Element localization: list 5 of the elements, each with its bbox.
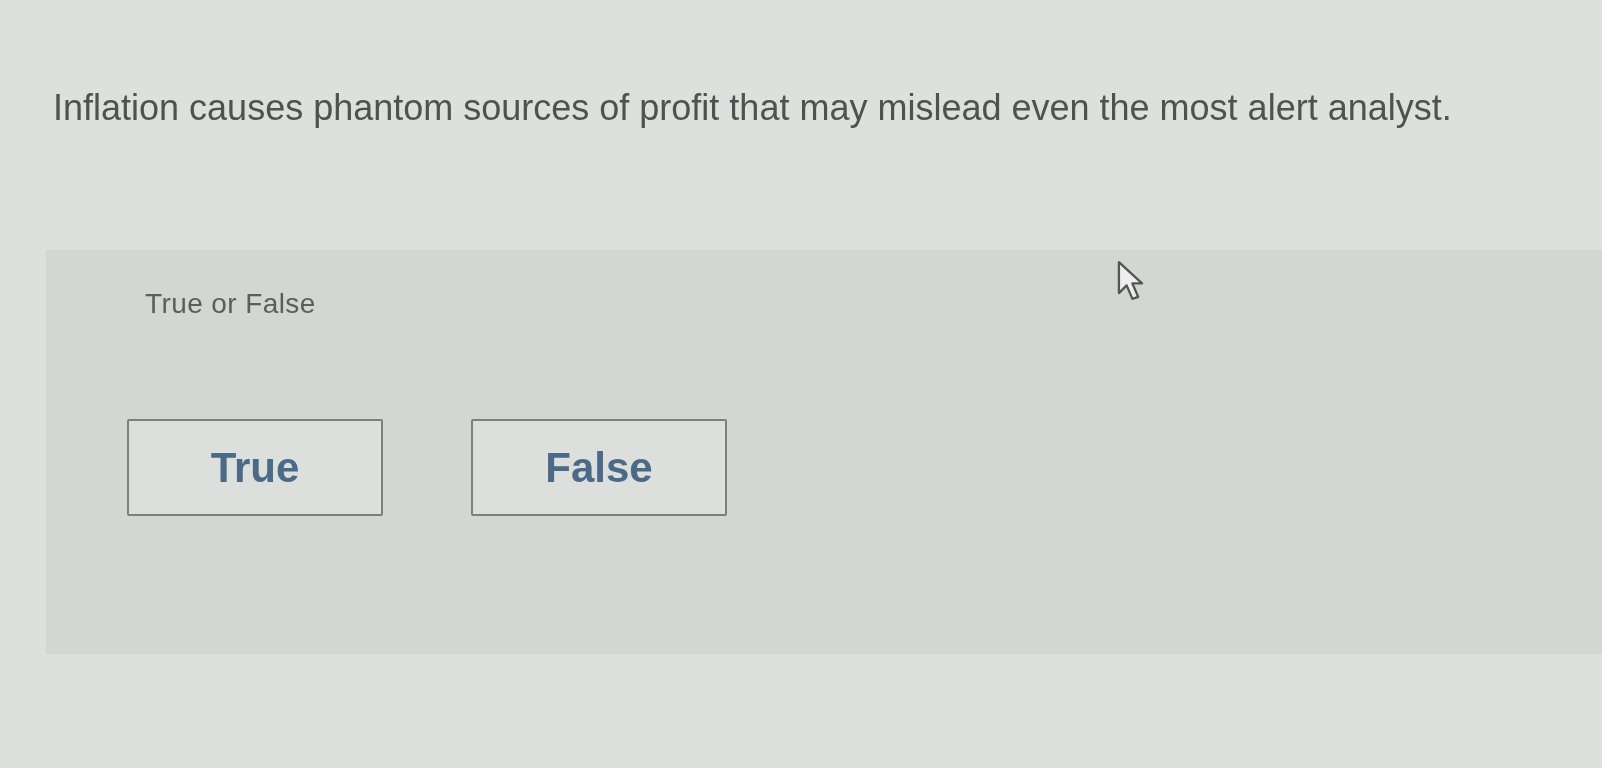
answer-option-button[interactable]: False [471, 418, 727, 516]
question-text: Inflation causes phantom sources of profit that may mislead even the most alert analyst. [53, 86, 1452, 130]
prompt-text: True or False [145, 287, 316, 321]
mouse-pointer-icon [1117, 260, 1144, 303]
answer-option-button[interactable]: True [127, 418, 383, 516]
